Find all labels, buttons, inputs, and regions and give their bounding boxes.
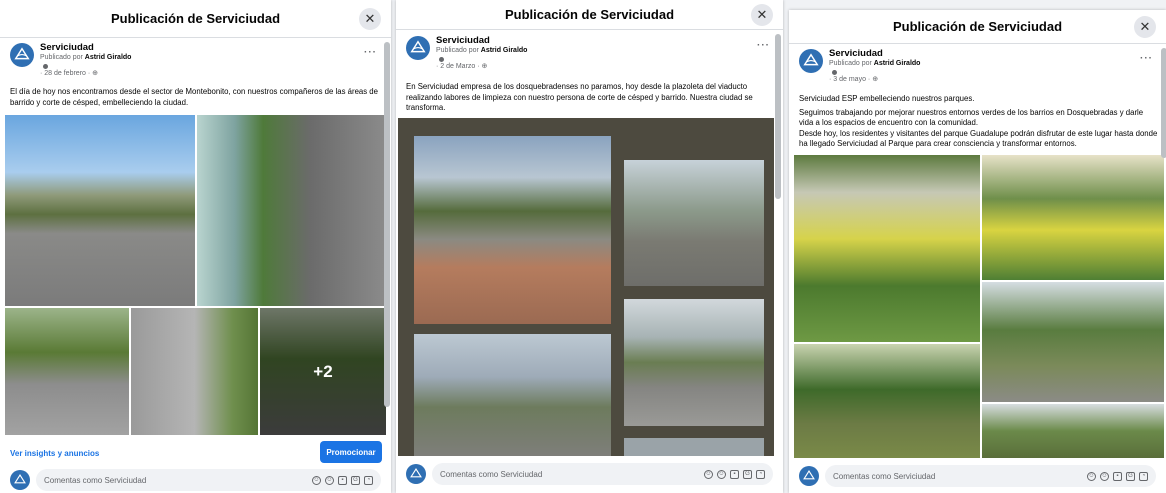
page-name[interactable]: Serviciudad xyxy=(436,35,527,47)
serviciudad-logo[interactable] xyxy=(406,36,430,60)
sticker-icon[interactable]: ◔ xyxy=(364,475,373,485)
post-header: Serviciudad Publicado por Astrid Giraldo… xyxy=(406,35,528,71)
emoji-icon[interactable]: ☺ xyxy=(325,475,334,485)
globe-icon: ⊕ xyxy=(92,69,99,77)
commenter-avatar xyxy=(799,466,819,486)
photo-sidewalk-worker[interactable] xyxy=(197,115,386,306)
post-header: Serviciudad Publicado por Astrid Giraldo… xyxy=(799,48,921,84)
posted-by: Publicado por Astrid Giraldo xyxy=(829,59,921,67)
close-icon[interactable]: ✕ xyxy=(1134,15,1156,38)
post-date[interactable]: · 2 de Marzo · ⊕ xyxy=(436,63,527,71)
post-dialog-1: Publicación de Serviciudad ✕ Serviciudad… xyxy=(0,0,391,493)
dialog-title: Publicación de Serviciudad xyxy=(504,7,675,22)
serviciudad-logo[interactable] xyxy=(10,43,34,67)
privacy-dot xyxy=(832,69,837,75)
dialog-title: Publicación de Serviciudad xyxy=(110,11,281,26)
photo-worker-cutting-grass[interactable] xyxy=(794,155,980,342)
serviciudad-logo[interactable] xyxy=(799,49,823,73)
photo-worker-trimmer[interactable] xyxy=(794,344,980,458)
dialog-title: Publicación de Serviciudad xyxy=(892,19,1063,34)
globe-icon: ⊕ xyxy=(481,62,488,70)
post-header: Serviciudad Publicado por Astrid Giraldo… xyxy=(10,42,132,78)
dialog-header: Publicación de Serviciudad ✕ xyxy=(789,10,1166,44)
post-text: En Serviciudad empresa de los dosquebrad… xyxy=(406,82,753,113)
avatar-sticker-icon[interactable]: ☺ xyxy=(1087,471,1096,481)
gif-icon[interactable]: G xyxy=(351,475,360,485)
screenshot-collage: Publicación de Serviciudad ✕ Serviciudad… xyxy=(0,0,1166,493)
emoji-icon[interactable]: ☺ xyxy=(717,469,726,479)
post-text: Serviciudad ESP embelleciendo nuestros p… xyxy=(799,94,1158,149)
photo-partial[interactable] xyxy=(624,438,764,456)
more-options-icon[interactable]: ··· xyxy=(1140,53,1153,64)
insights-link[interactable]: Ver insights y anuncios xyxy=(10,449,99,458)
sticker-icon[interactable]: ◔ xyxy=(1139,471,1148,481)
scrollbar[interactable] xyxy=(1161,48,1166,158)
comment-input[interactable]: Comentas como Serviciudad ☺ ☺ ▪ G ◔ xyxy=(36,469,381,491)
post-date[interactable]: · 28 de febrero · ⊕ xyxy=(40,70,131,78)
photo-plaza-stairs[interactable] xyxy=(624,160,764,286)
dialog-header: Publicación de Serviciudad ✕ xyxy=(0,0,391,38)
photo-street-workers[interactable] xyxy=(5,115,195,306)
comment-bar: Comentas como Serviciudad ☺ ☺ ▪ G ◔ xyxy=(0,469,391,491)
dialog-header: Publicación de Serviciudad ✕ xyxy=(396,0,783,30)
privacy-dot xyxy=(439,56,444,62)
scrollbar[interactable] xyxy=(775,34,781,199)
post-date[interactable]: · 3 de mayo · ⊕ xyxy=(829,76,920,84)
camera-icon[interactable]: ▪ xyxy=(730,469,739,479)
photo-park-path[interactable] xyxy=(982,282,1164,402)
posted-by: Publicado por Astrid Giraldo xyxy=(40,53,132,61)
promote-button[interactable]: Promocionar xyxy=(320,441,382,463)
scrollbar[interactable] xyxy=(384,42,390,407)
photo-park-trees[interactable] xyxy=(982,404,1164,458)
comment-bar: Comentas como Serviciudad ☺ ☺ ▪ G ◔ xyxy=(789,463,1166,489)
emoji-icon[interactable]: ☺ xyxy=(1100,471,1109,481)
gif-icon[interactable]: G xyxy=(743,469,752,479)
more-photos-count[interactable]: +2 xyxy=(260,308,386,435)
photo-grass-cutting[interactable] xyxy=(5,308,129,435)
privacy-dot xyxy=(43,63,48,69)
camera-icon[interactable]: ▪ xyxy=(338,475,347,485)
page-name[interactable]: Serviciudad xyxy=(829,48,920,60)
comment-input[interactable]: Comentas como Serviciudad ☺ ☺ ▪ G ◔ xyxy=(825,465,1156,487)
post-text: El día de hoy nos encontramos desde el s… xyxy=(10,87,378,107)
avatar-sticker-icon[interactable]: ☺ xyxy=(312,475,321,485)
comment-bar: Comentas como Serviciudad ☺ ☺ ▪ G ◔ xyxy=(396,460,783,488)
commenter-avatar xyxy=(10,470,30,490)
commenter-avatar xyxy=(406,464,426,484)
posted-by: Publicado por Astrid Giraldo xyxy=(436,46,528,54)
close-icon[interactable]: ✕ xyxy=(751,3,773,26)
comment-input[interactable]: Comentas como Serviciudad ☺ ☺ ▪ G ◔ xyxy=(432,463,773,485)
photo-viaduct-workers[interactable] xyxy=(414,334,611,456)
avatar-sticker-icon[interactable]: ☺ xyxy=(704,469,713,479)
photo-open-plaza[interactable] xyxy=(624,299,764,426)
close-icon[interactable]: ✕ xyxy=(359,7,381,30)
post-dialog-3: Publicación de Serviciudad ✕ Serviciudad… xyxy=(789,10,1166,493)
photo-worker-yellow-uniform[interactable] xyxy=(982,155,1164,280)
gif-icon[interactable]: G xyxy=(1126,471,1135,481)
camera-icon[interactable]: ▪ xyxy=(1113,471,1122,481)
globe-icon: ⊕ xyxy=(872,75,879,83)
sticker-icon[interactable]: ◔ xyxy=(756,469,765,479)
more-options-icon[interactable]: ··· xyxy=(364,47,377,58)
post-dialog-2: Publicación de Serviciudad ✕ Serviciudad… xyxy=(396,0,783,493)
page-name[interactable]: Serviciudad xyxy=(40,42,131,54)
photo-plaza-viaduct[interactable] xyxy=(414,136,611,324)
more-options-icon[interactable]: ··· xyxy=(757,40,770,51)
photo-empty-street[interactable] xyxy=(131,308,258,435)
